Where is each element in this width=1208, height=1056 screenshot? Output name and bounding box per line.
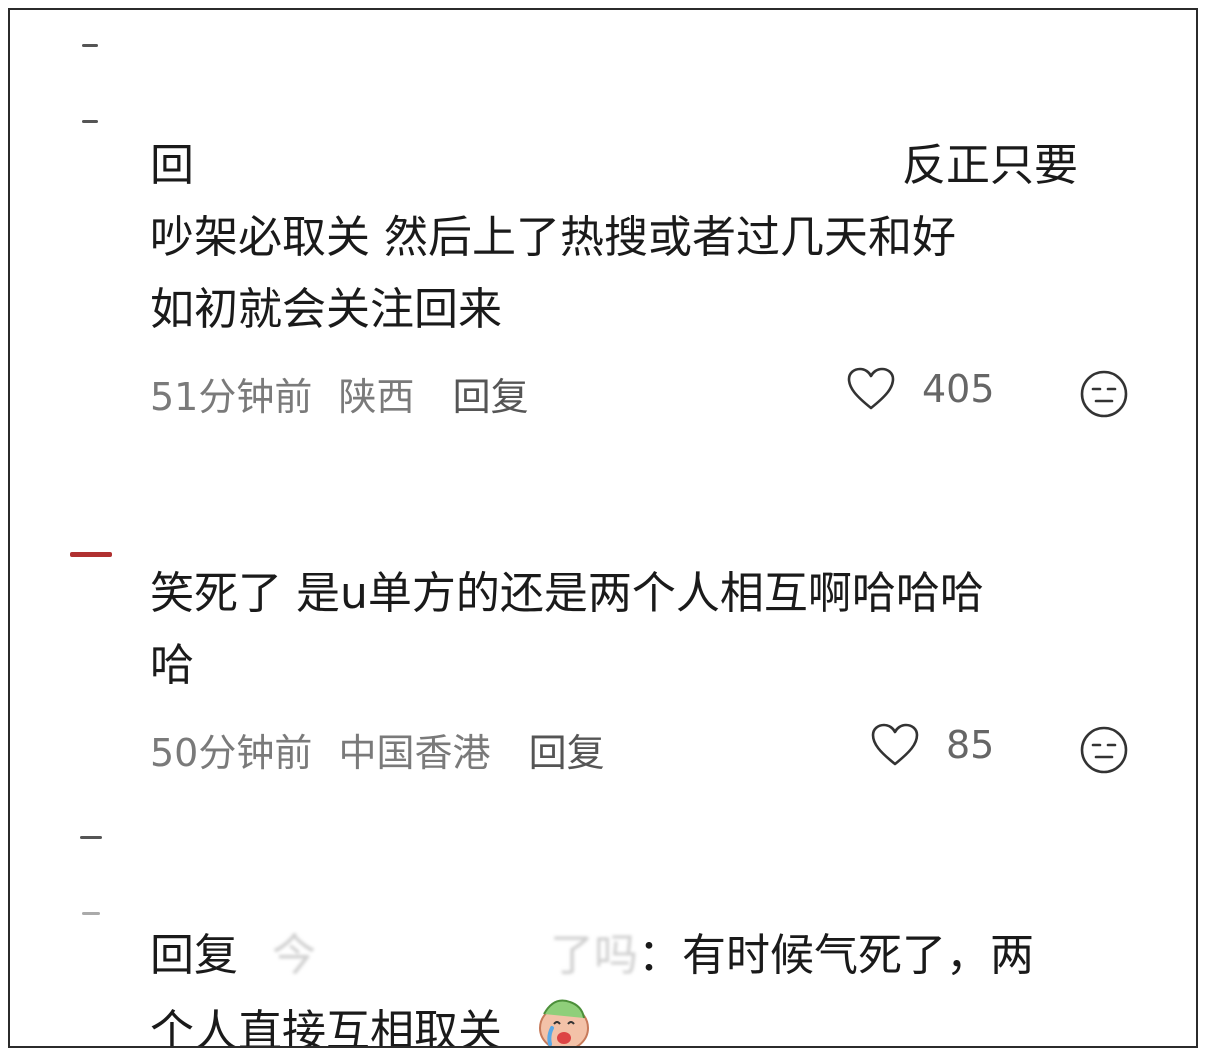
comment-3-reply-to-name[interactable]: 今 了吗 (272, 930, 638, 981)
comment-2-location: 中国香港 (338, 731, 491, 775)
comment-1-location: 陕西 (338, 375, 415, 419)
comment-1-like-button[interactable]: 405 (846, 366, 995, 412)
comment-2-line-2: 哈 (150, 640, 194, 691)
comment-3-line-1-rest: ：有时候气死了，两 (638, 930, 1034, 981)
avatar-stub-4 (80, 836, 102, 839)
comment-1-reply-button[interactable]: 回复 (453, 375, 529, 419)
comment-2-like-count: 85 (946, 723, 995, 767)
comment-2-like-button[interactable]: 85 (870, 722, 994, 768)
comment-1-line-3: 如初就会关注回来 (150, 284, 502, 335)
comment-3-reply-prefix[interactable]: 回复 (150, 930, 238, 981)
comment-list-frame: 回 反正只要 吵架必取关 然后上了热搜或者过几天和好 如初就会关注回来 51分钟… (8, 8, 1198, 1048)
comment-3-line-2-text: 个人直接互相取关 (150, 1006, 502, 1048)
neutral-face-icon[interactable] (1078, 724, 1130, 776)
avatar-stub-3 (70, 552, 112, 557)
comment-3: 回复 今 了吗：有时候气死了，两 个人直接互相取关 (150, 920, 1160, 1048)
heart-outline-icon (846, 366, 896, 412)
comment-3-line-2: 个人直接互相取关 (150, 992, 1160, 1048)
heart-outline-icon (870, 722, 920, 768)
comment-2: 笑死了 是u单方的还是两个人相互啊哈哈哈 哈 (150, 558, 1160, 702)
comment-1-line-2: 吵架必取关 然后上了热搜或者过几天和好 (150, 212, 956, 263)
crying-emoji-sticker-icon (534, 992, 594, 1046)
comment-1-like-count: 405 (922, 367, 995, 411)
neutral-face-icon[interactable] (1078, 368, 1130, 420)
avatar-stub-2 (82, 120, 98, 123)
comment-2-time: 50分钟前 (150, 731, 313, 775)
avatar-stub-1 (82, 44, 98, 47)
comment-2-reply-button[interactable]: 回复 (529, 731, 605, 775)
comment-1: 回 反正只要 吵架必取关 然后上了热搜或者过几天和好 如初就会关注回来 (150, 130, 1160, 346)
comment-1-line-1-right: 反正只要 (902, 140, 1078, 191)
comment-3-line-1: 回复 今 了吗：有时候气死了，两 (150, 920, 1160, 992)
comment-1-meta: 51分钟前 陕西 回复 (150, 366, 529, 421)
comment-1-time: 51分钟前 (150, 375, 313, 419)
avatar-stub-5 (82, 912, 100, 915)
comment-1-reply-prefix: 回 (150, 140, 194, 191)
comment-1-line-1: 回 反正只要 (150, 130, 1160, 202)
comment-2-meta: 50分钟前 中国香港 回复 (150, 722, 605, 777)
comment-2-line-1: 笑死了 是u单方的还是两个人相互啊哈哈哈 (150, 568, 984, 619)
